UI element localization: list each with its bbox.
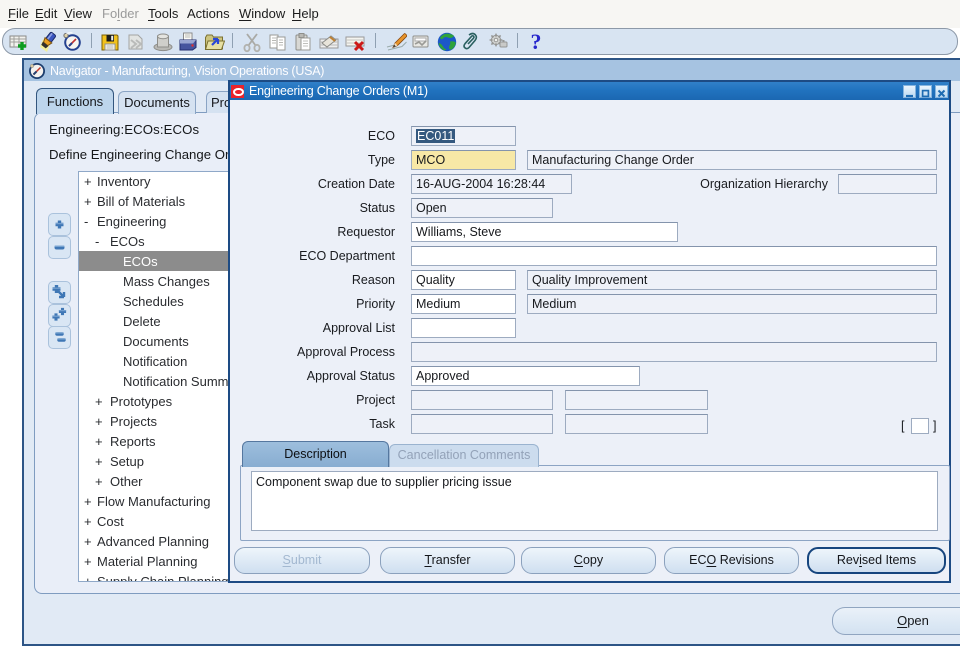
svg-text:?: ? (531, 31, 542, 53)
